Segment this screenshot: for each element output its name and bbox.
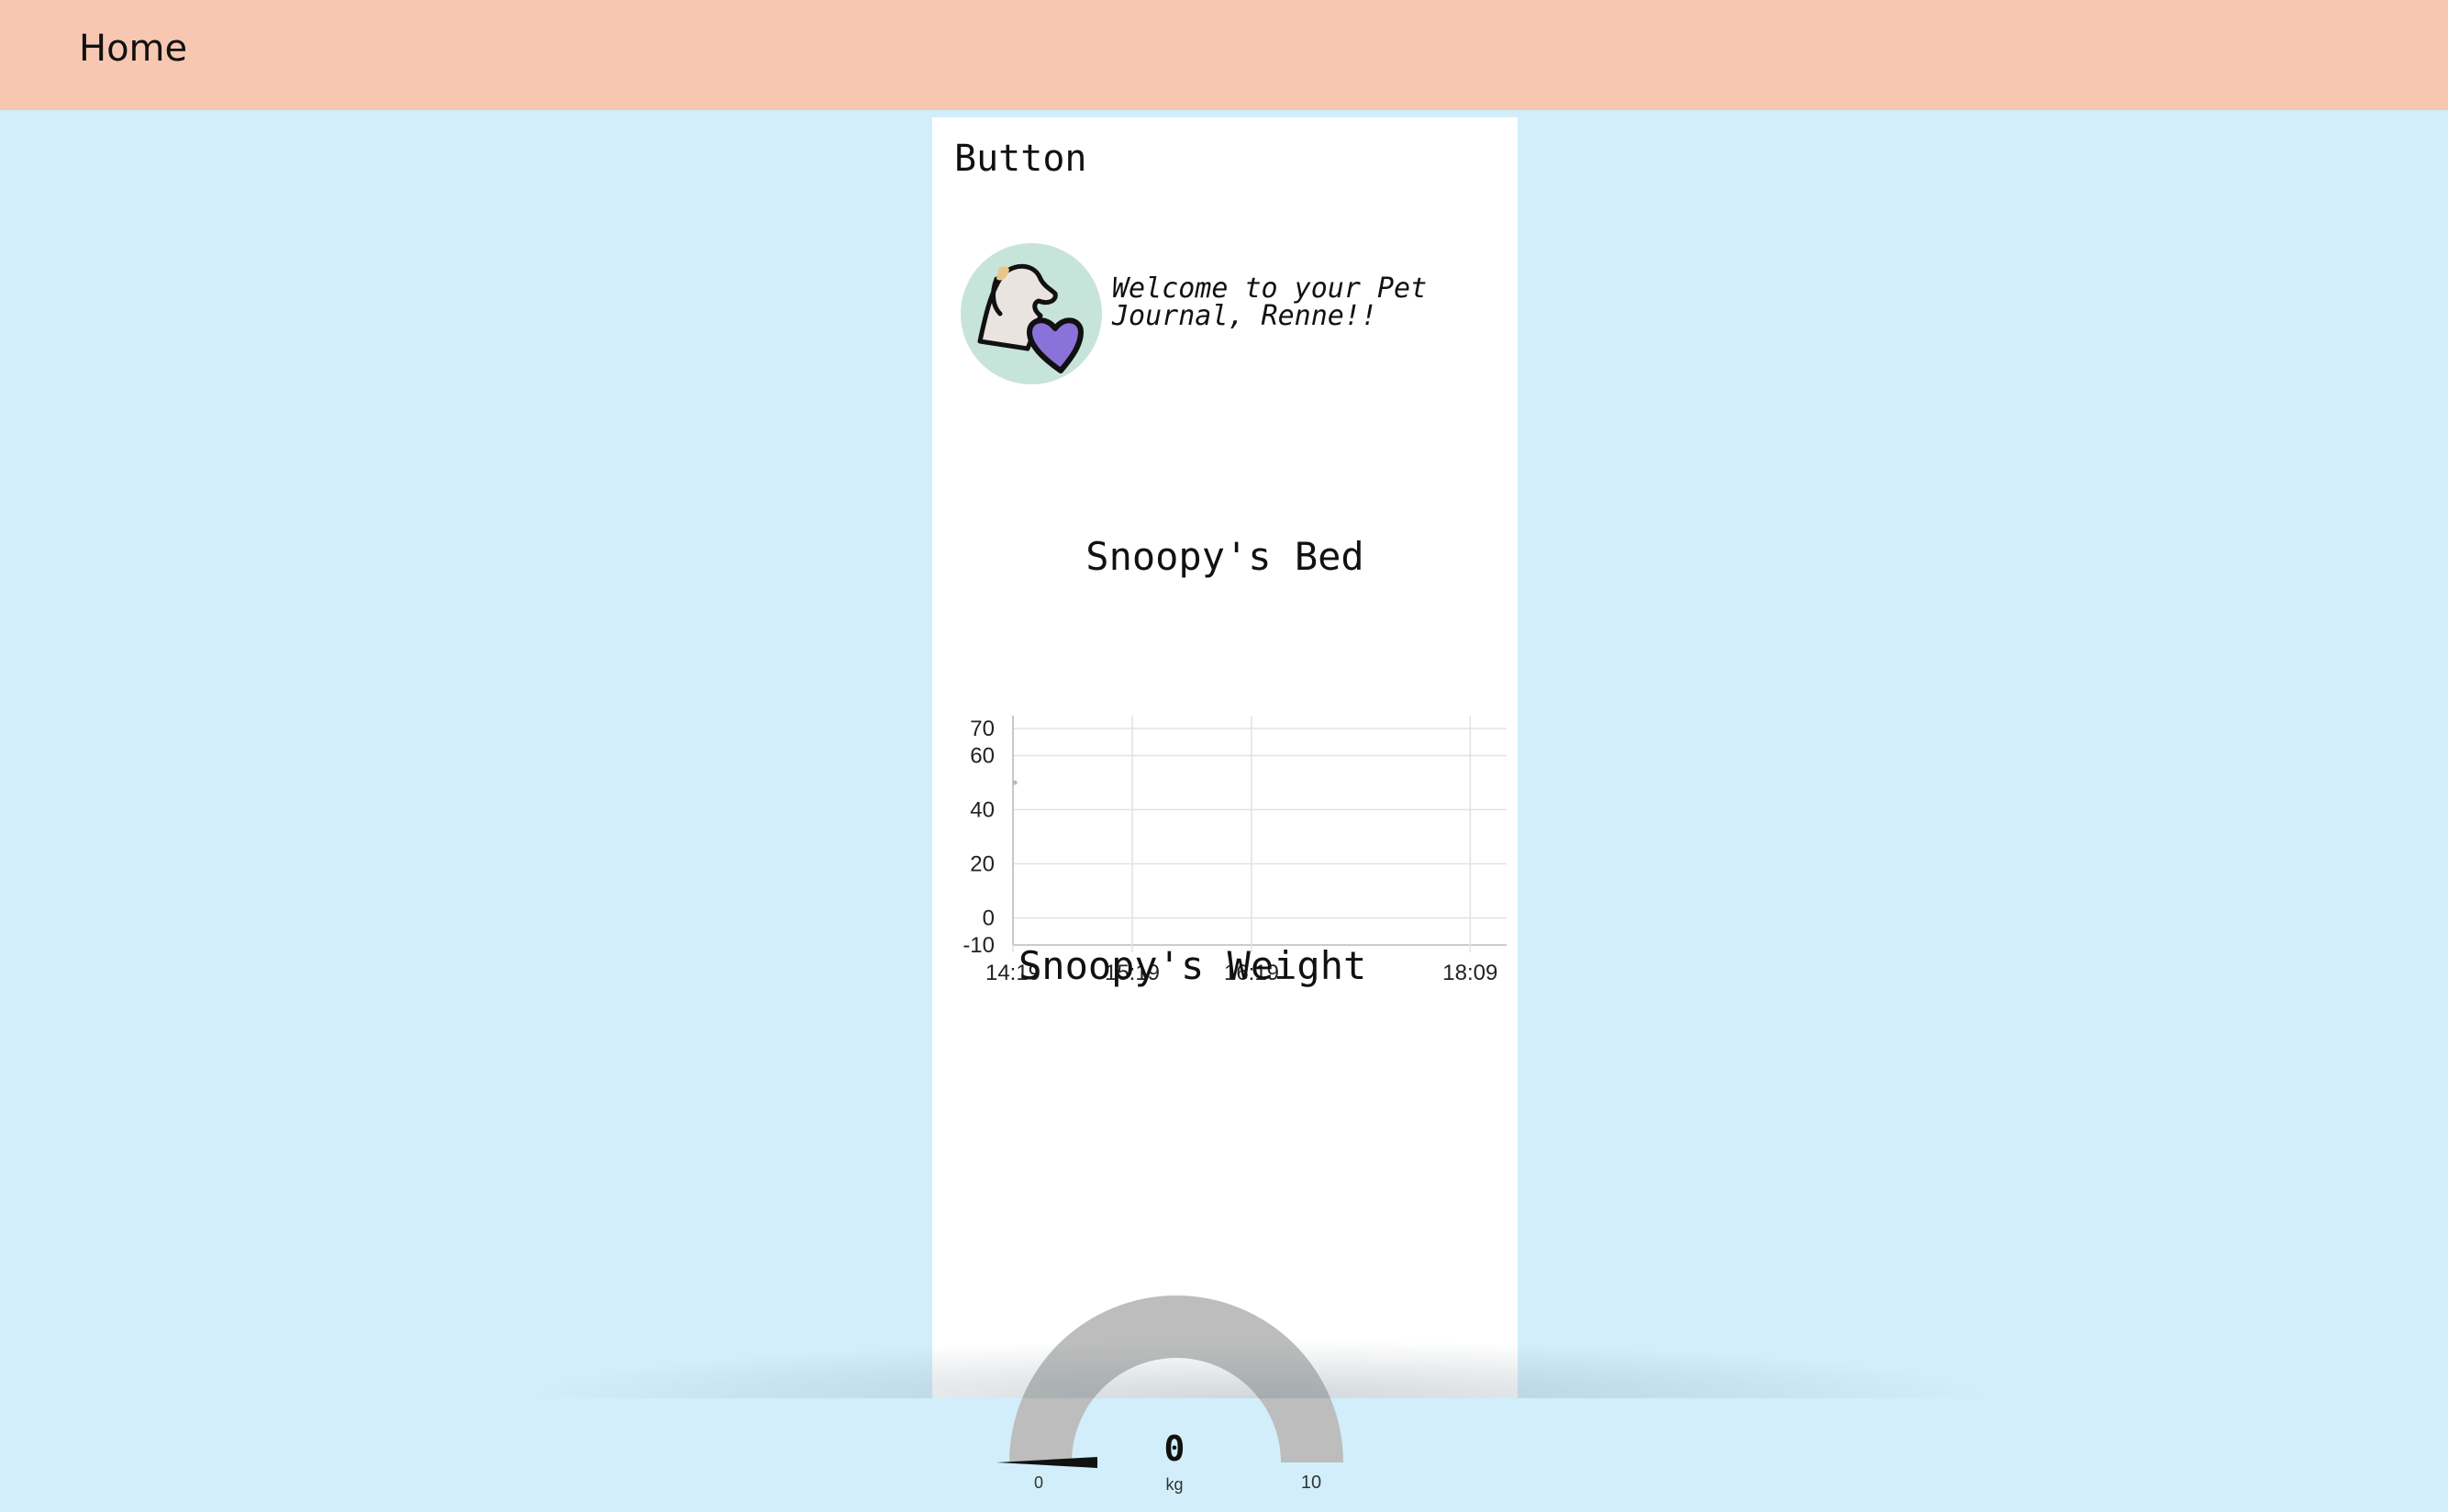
dashboard-card: Button Welcome to your Pet Journal, Renn… <box>932 117 1518 1494</box>
weight-gauge: 0 kg 0 10 <box>996 1295 1343 1494</box>
y-tick-label: 0 <box>983 906 995 931</box>
top-app-bar: Home <box>0 0 2448 110</box>
y-tick-label: 40 <box>970 798 995 823</box>
y-tick-label: 60 <box>970 744 995 769</box>
gauge-value: 0 <box>1164 1429 1185 1469</box>
button-widget[interactable]: Button <box>954 138 1087 180</box>
data-point <box>1012 780 1018 785</box>
welcome-message: Welcome to your Pet Journal, Renne!! <box>1112 272 1428 332</box>
bed-chart-title: Snoopy's Bed <box>1085 534 1364 579</box>
page-title: Home <box>79 28 188 70</box>
gauge-max-label: 10 <box>1301 1473 1321 1493</box>
weight-gauge-title: Snoopy's Weight <box>1018 943 1367 988</box>
bed-chart: 706040200-1014:19 15:19 16:19 18:09 <box>963 716 1507 985</box>
y-tick-label: -10 <box>963 933 995 958</box>
y-tick-label: 20 <box>970 852 995 877</box>
gauge-min-label: 0 <box>1034 1473 1043 1492</box>
dog-heart-icon <box>961 243 1102 384</box>
x-tick-label: 18:09 <box>1442 961 1497 985</box>
gauge-unit: kg <box>1165 1475 1183 1494</box>
y-tick-label: 70 <box>970 717 995 741</box>
